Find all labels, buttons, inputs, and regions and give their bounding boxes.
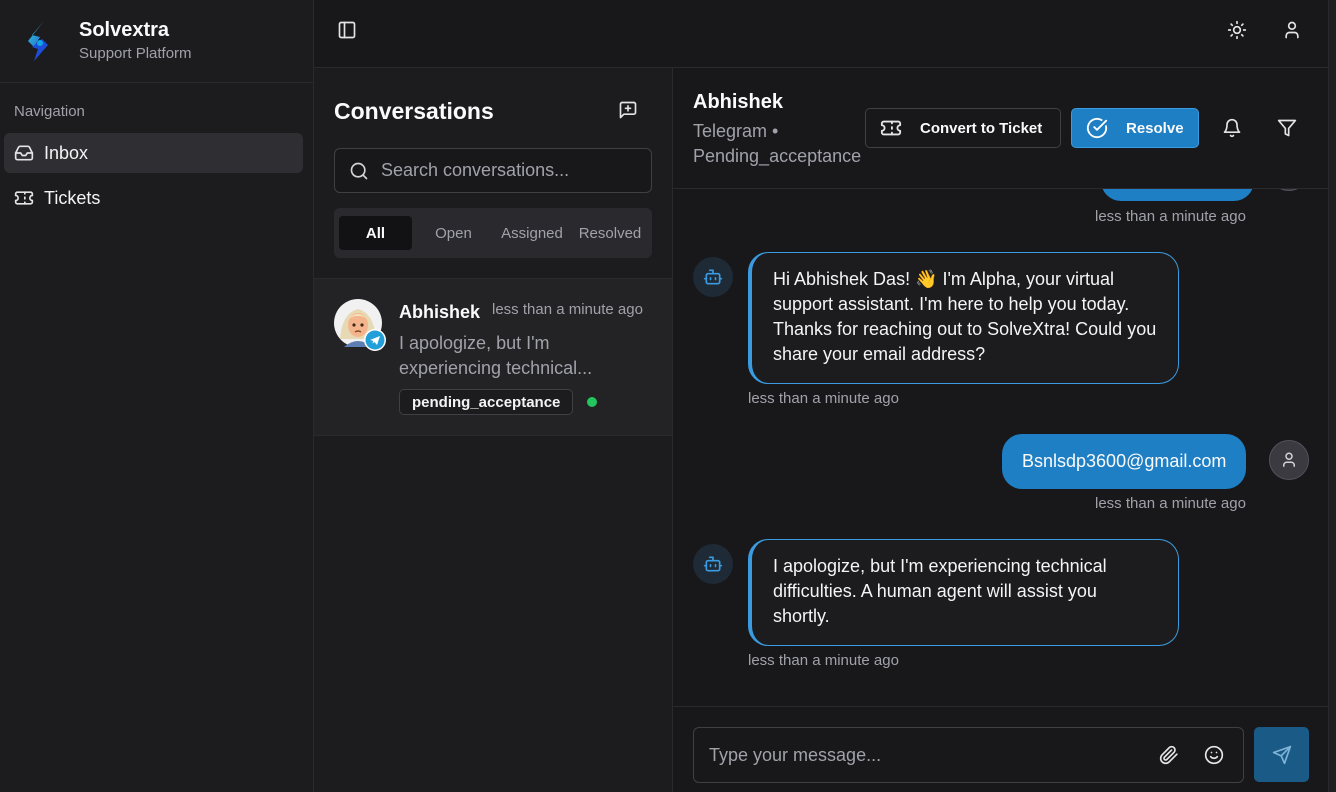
filter-tabs: All Open Assigned Resolved	[334, 208, 652, 258]
sidebar-item-label: Tickets	[44, 187, 101, 208]
message-thread: less than a minute ago Hi Abhishek Das! …	[673, 189, 1328, 706]
convert-to-ticket-label: Convert to Ticket	[920, 119, 1043, 137]
user-avatar	[1269, 440, 1309, 480]
send-button[interactable]	[1254, 727, 1309, 782]
filter-icon	[1277, 119, 1297, 137]
sidebar: Solvextra Support Platform Navigation In…	[0, 0, 314, 792]
message-timestamp: less than a minute ago	[748, 652, 899, 669]
check-circle-icon	[1086, 117, 1108, 139]
conversation-list-pane: Conversations All Open Assigned Resolved	[314, 68, 673, 792]
chat-contact-name: Abhishek	[693, 91, 784, 113]
status-badge: pending_acceptance	[399, 389, 574, 415]
user-avatar	[1269, 189, 1309, 191]
sun-icon	[1227, 20, 1247, 40]
emoji-button[interactable]	[1197, 738, 1231, 772]
conversations-title: Conversations	[334, 98, 494, 124]
message-bubble-bot: I apologize, but I'm experiencing techni…	[748, 539, 1179, 646]
conversation-time: less than a minute ago	[492, 301, 643, 318]
profile-button[interactable]	[1275, 13, 1309, 47]
search-box	[334, 148, 652, 193]
inbox-icon	[14, 145, 34, 161]
tab-open[interactable]: Open	[417, 216, 490, 250]
message-timestamp: less than a minute ago	[1095, 495, 1246, 512]
filter-button[interactable]	[1270, 111, 1304, 145]
bot-icon	[703, 269, 723, 285]
resolve-label: Resolve	[1126, 119, 1184, 137]
message-plus-icon	[619, 101, 637, 119]
conversation-name: Abhishek	[399, 302, 481, 322]
tab-resolved[interactable]: Resolved	[573, 216, 647, 250]
avatar	[334, 299, 386, 351]
tab-all[interactable]: All	[339, 216, 412, 250]
top-bar	[314, 0, 1328, 68]
chat-status: Pending_acceptance	[693, 146, 862, 166]
chat-header: Abhishek Telegram • Pending_acceptance C…	[673, 68, 1328, 189]
resolve-button[interactable]: Resolve	[1071, 108, 1199, 148]
sidebar-toggle-button[interactable]	[330, 13, 364, 47]
ticket-icon	[880, 120, 902, 136]
conversation-list-item[interactable]: Abhishek less than a minute ago I apolog…	[314, 278, 672, 436]
smile-icon	[1204, 745, 1224, 765]
message-timestamp: less than a minute ago	[748, 390, 899, 407]
chat-channel: Telegram •	[693, 121, 779, 141]
nav-heading: Navigation	[14, 103, 85, 120]
message-bubble-bot: Hi Abhishek Das! 👋 I'm Alpha, your virtu…	[748, 252, 1179, 384]
brand-subtitle: Support Platform	[79, 45, 192, 62]
message-bubble-user: Bsnlsdp3600@gmail.com	[1002, 434, 1247, 489]
composer-box	[693, 727, 1244, 783]
bot-avatar	[693, 544, 733, 584]
convert-to-ticket-button[interactable]: Convert to Ticket	[865, 108, 1061, 148]
send-icon	[1272, 745, 1291, 764]
tab-assigned[interactable]: Assigned	[495, 216, 569, 250]
search-icon	[350, 162, 368, 179]
theme-toggle-button[interactable]	[1220, 13, 1254, 47]
message-timestamp: less than a minute ago	[1095, 208, 1246, 225]
new-conversation-button[interactable]	[611, 93, 645, 127]
paperclip-icon	[1159, 745, 1178, 765]
message-composer	[673, 706, 1328, 792]
brand-name: Solvextra	[79, 19, 170, 41]
user-icon	[1285, 21, 1299, 39]
solvextra-logo-icon	[28, 21, 48, 61]
sidebar-item-label: Inbox	[44, 142, 89, 163]
bot-icon	[703, 556, 723, 572]
bot-avatar	[693, 257, 733, 297]
bell-icon	[1223, 118, 1241, 138]
search-input[interactable]	[381, 160, 641, 181]
brand-header: Solvextra Support Platform	[0, 0, 313, 83]
sidebar-item-tickets[interactable]: Tickets	[4, 178, 303, 218]
window-scrollbar[interactable]	[1328, 0, 1336, 792]
online-indicator	[587, 397, 597, 407]
notifications-button[interactable]	[1215, 111, 1249, 145]
ticket-icon	[14, 191, 34, 205]
user-icon	[1283, 452, 1295, 467]
message-input[interactable]	[709, 744, 1129, 766]
contact-avatar-icon	[334, 299, 386, 351]
conversation-preview: I apologize, but I'm experiencing techni…	[399, 333, 593, 378]
sidebar-toggle-icon	[338, 21, 356, 39]
chat-meta: Telegram • Pending_acceptance	[693, 119, 873, 169]
message-bubble-user	[1101, 189, 1254, 201]
sidebar-item-inbox[interactable]: Inbox	[4, 133, 303, 173]
attach-button[interactable]	[1152, 738, 1186, 772]
